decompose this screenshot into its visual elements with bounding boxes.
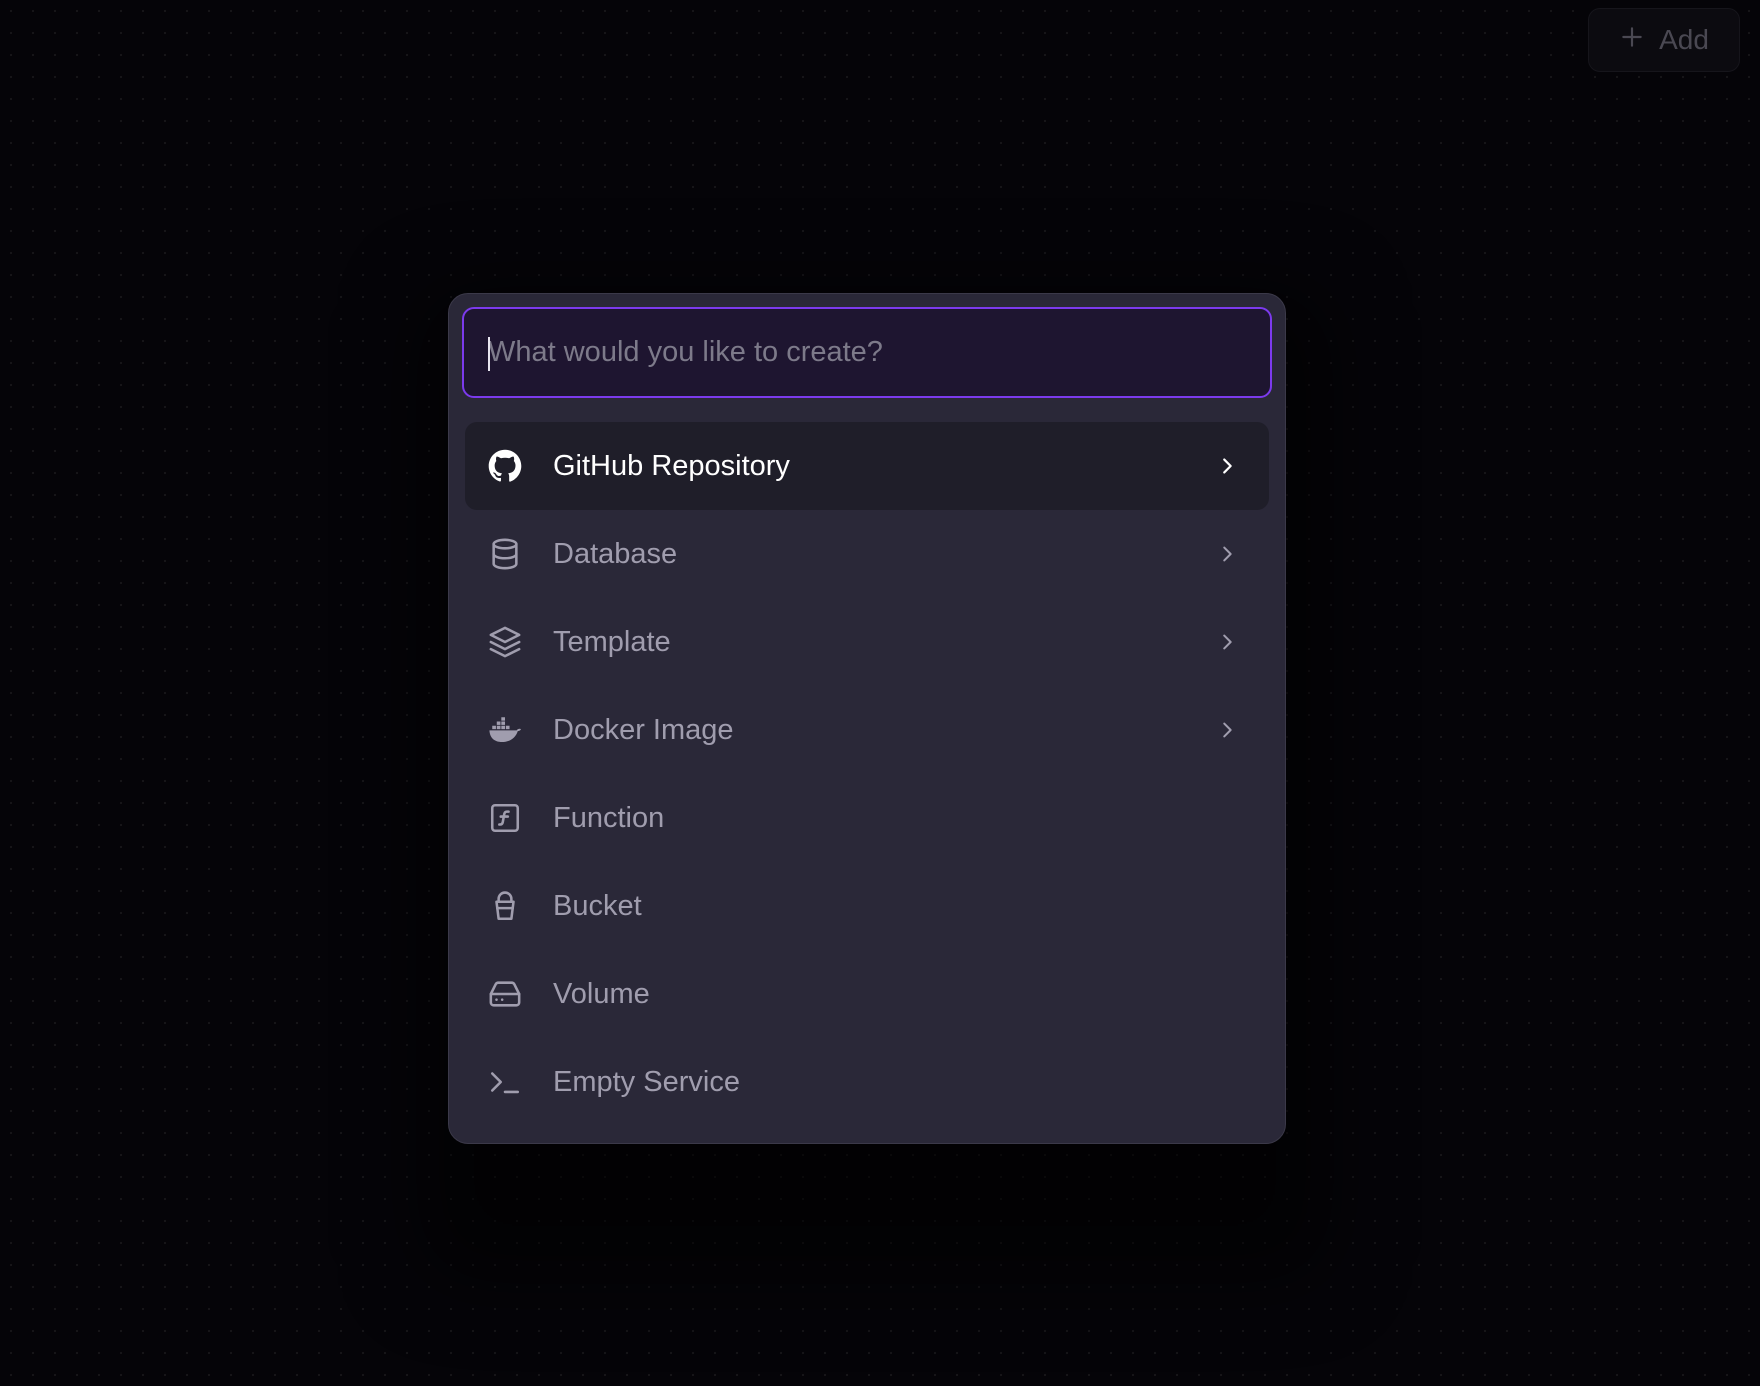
menu-item-label: GitHub Repository [553, 449, 790, 482]
search-input[interactable] [488, 309, 1270, 396]
chevron-right-icon [1215, 542, 1239, 566]
docker-icon [487, 712, 523, 748]
create-options-list: GitHub Repository Database Template Dock… [465, 422, 1269, 1126]
add-button[interactable]: Add [1588, 8, 1740, 72]
menu-item-volume[interactable]: Volume [465, 950, 1269, 1038]
github-icon [487, 448, 523, 484]
add-button-label: Add [1659, 24, 1709, 55]
menu-item-github-repository[interactable]: GitHub Repository [465, 422, 1269, 510]
menu-item-docker-image[interactable]: Docker Image [465, 686, 1269, 774]
menu-item-database[interactable]: Database [465, 510, 1269, 598]
chevron-right-icon [1215, 630, 1239, 654]
chevron-right-icon [1215, 454, 1239, 478]
menu-item-function[interactable]: Function [465, 774, 1269, 862]
menu-item-label: Docker Image [553, 713, 734, 746]
create-command-palette: GitHub Repository Database Template [448, 293, 1286, 1144]
menu-item-label: Database [553, 537, 678, 570]
menu-item-bucket[interactable]: Bucket [465, 862, 1269, 950]
menu-item-label: Volume [553, 977, 650, 1010]
menu-item-template[interactable]: Template [465, 598, 1269, 686]
menu-item-empty-service[interactable]: Empty Service [465, 1038, 1269, 1126]
menu-item-label: Function [553, 801, 665, 834]
hard-drive-icon [487, 976, 523, 1012]
menu-item-label: Template [553, 625, 671, 658]
menu-item-label: Empty Service [553, 1065, 740, 1098]
search-box[interactable] [462, 307, 1272, 398]
text-caret [488, 337, 490, 371]
menu-item-label: Bucket [553, 889, 642, 922]
plus-icon [1619, 24, 1645, 57]
bucket-icon [487, 888, 523, 924]
layers-icon [487, 624, 523, 660]
function-icon [487, 800, 523, 836]
database-icon [487, 536, 523, 572]
chevron-right-icon [1215, 718, 1239, 742]
terminal-icon [487, 1064, 523, 1100]
